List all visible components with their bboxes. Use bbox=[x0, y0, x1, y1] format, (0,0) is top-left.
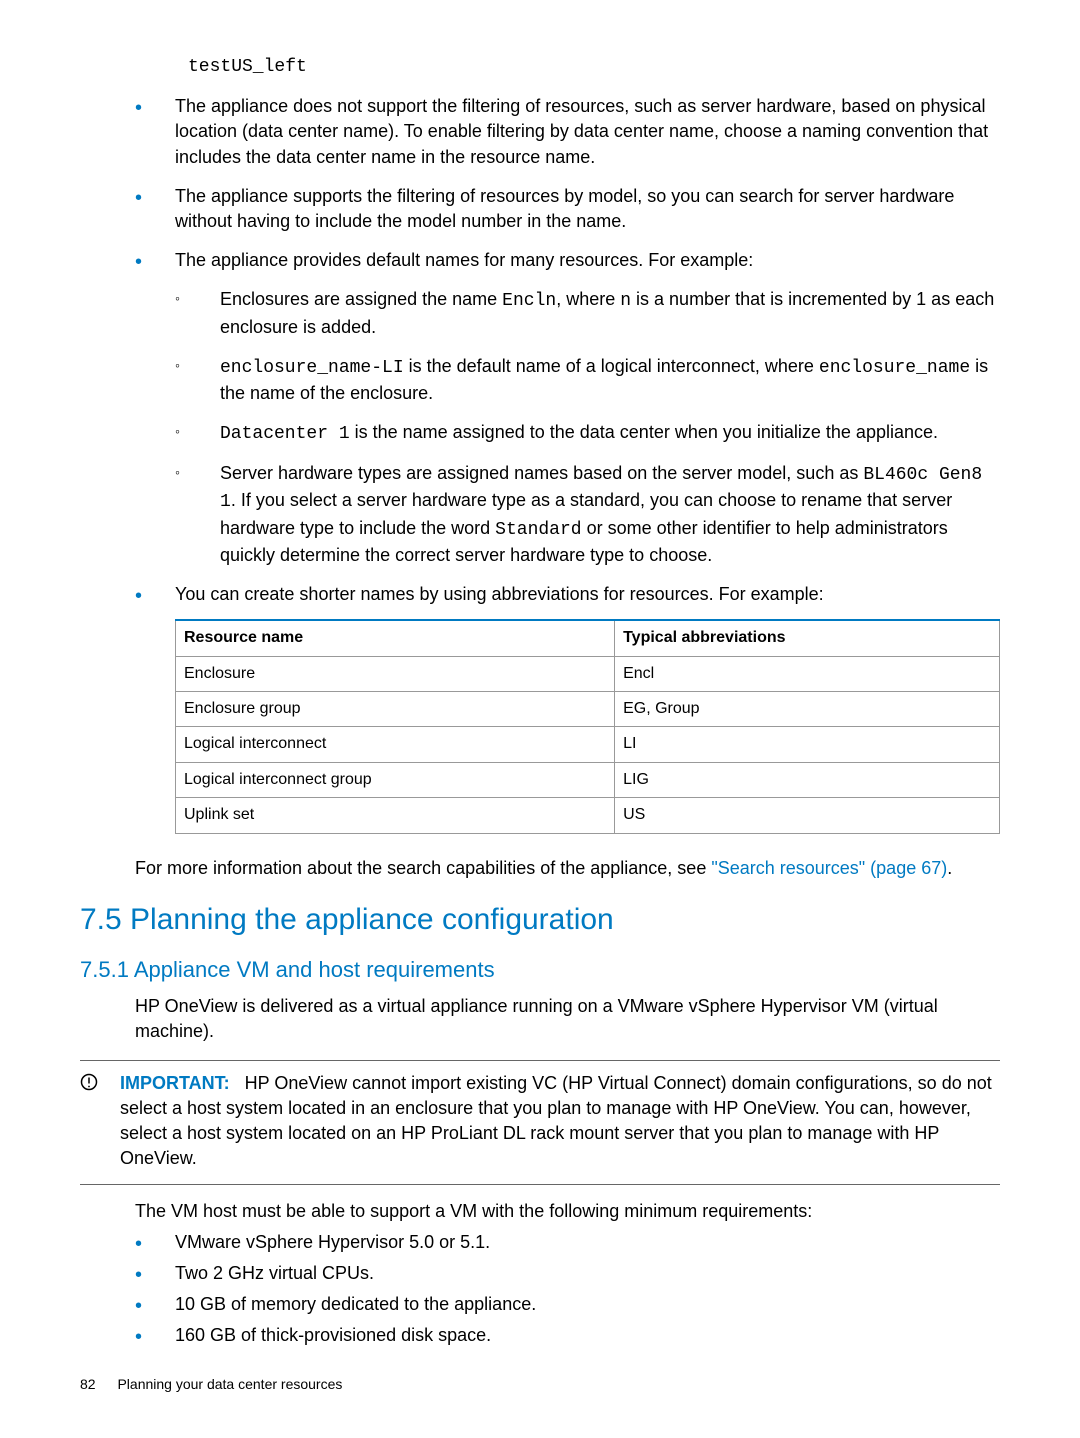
bullet-text: The appliance provides default names for… bbox=[175, 250, 753, 270]
top-bullets: The appliance does not support the filte… bbox=[80, 94, 1000, 833]
bullet-default-names: The appliance provides default names for… bbox=[135, 248, 1000, 568]
important-icon bbox=[80, 1071, 120, 1172]
bullet-abbreviations: You can create shorter names by using ab… bbox=[135, 582, 1000, 834]
page-footer: 82 Planning your data center resources bbox=[80, 1375, 342, 1395]
bullet-filter-location: The appliance does not support the filte… bbox=[135, 94, 1000, 170]
col-resource-name: Resource name bbox=[176, 620, 615, 656]
bullet-filter-model: The appliance supports the filtering of … bbox=[135, 184, 1000, 234]
req-disk: 160 GB of thick-provisioned disk space. bbox=[135, 1323, 1000, 1348]
vm-host-requirements-list: VMware vSphere Hypervisor 5.0 or 5.1. Tw… bbox=[80, 1230, 1000, 1349]
sec751-intro: HP OneView is delivered as a virtual app… bbox=[135, 994, 1000, 1044]
example-enclosures: Enclosures are assigned the name Encln, … bbox=[175, 287, 1000, 339]
table-row: Enclosure groupEG, Group bbox=[176, 691, 1000, 726]
important-block: IMPORTANT: HP OneView cannot import exis… bbox=[80, 1060, 1000, 1185]
table-row: Uplink setUS bbox=[176, 798, 1000, 833]
search-more-info: For more information about the search ca… bbox=[135, 856, 1000, 881]
example-datacenter: Datacenter 1 is the name assigned to the… bbox=[175, 420, 1000, 447]
code-sample: testUS_left bbox=[188, 55, 1000, 80]
abbreviations-table: Resource name Typical abbreviations Encl… bbox=[175, 619, 1000, 833]
footer-title: Planning your data center resources bbox=[117, 1376, 342, 1392]
req-hypervisor: VMware vSphere Hypervisor 5.0 or 5.1. bbox=[135, 1230, 1000, 1255]
example-li-name: enclosure_name-LI is the default name of… bbox=[175, 354, 1000, 406]
section-7-5-heading: 7.5 Planning the appliance configuration bbox=[80, 899, 1000, 941]
link-search-resources[interactable]: "Search resources" (page 67) bbox=[711, 858, 947, 878]
table-row: Logical interconnect groupLIG bbox=[176, 762, 1000, 797]
example-server-hw-types: Server hardware types are assigned names… bbox=[175, 461, 1000, 568]
vm-host-requirements-intro: The VM host must be able to support a VM… bbox=[135, 1199, 1000, 1224]
table-row: EnclosureEncl bbox=[176, 656, 1000, 691]
col-abbrev: Typical abbreviations bbox=[615, 620, 1000, 656]
table-row: Logical interconnectLI bbox=[176, 727, 1000, 762]
section-7-5-1-heading: 7.5.1 Appliance VM and host requirements bbox=[80, 955, 1000, 986]
important-text: IMPORTANT: HP OneView cannot import exis… bbox=[120, 1071, 1000, 1172]
req-cpu: Two 2 GHz virtual CPUs. bbox=[135, 1261, 1000, 1286]
req-memory: 10 GB of memory dedicated to the applian… bbox=[135, 1292, 1000, 1317]
important-label: IMPORTANT: bbox=[120, 1073, 230, 1093]
page-number: 82 bbox=[80, 1376, 96, 1392]
default-examples: Enclosures are assigned the name Encln, … bbox=[175, 287, 1000, 568]
bullet-text: You can create shorter names by using ab… bbox=[175, 584, 824, 604]
